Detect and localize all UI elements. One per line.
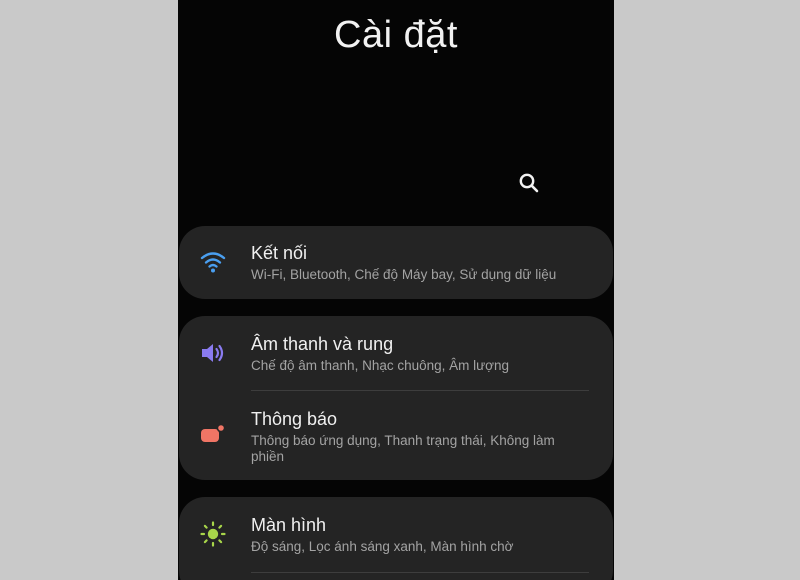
search-icon: [518, 172, 540, 194]
page-title: Cài đặt: [334, 14, 458, 56]
brightness-icon: [199, 520, 227, 548]
settings-item-display[interactable]: Màn hình Độ sáng, Lọc ánh sáng xanh, Màn…: [179, 497, 613, 572]
settings-item-notifications[interactable]: Thông báo Thông báo ứng dụng, Thanh trạn…: [179, 391, 613, 480]
settings-item-subtitle: Wi-Fi, Bluetooth, Chế độ Máy bay, Sử dụn…: [251, 267, 557, 282]
settings-item-sounds[interactable]: Âm thanh và rung Chế độ âm thanh, Nhạc c…: [179, 316, 613, 390]
settings-item-title: Thông báo: [251, 409, 338, 429]
settings-item-subtitle: Chế độ âm thanh, Nhạc chuông, Âm lượng: [251, 358, 510, 373]
settings-item-title: Âm thanh và rung: [251, 334, 394, 354]
settings-item-subtitle: Thông báo ứng dụng, Thanh trạng thái, Kh…: [251, 433, 555, 464]
wifi-icon: [199, 248, 227, 276]
notification-icon: [199, 420, 227, 448]
settings-group-display: Màn hình Độ sáng, Lọc ánh sáng xanh, Màn…: [179, 497, 613, 580]
settings-item-subtitle: Độ sáng, Lọc ánh sáng xanh, Màn hình chờ: [251, 539, 514, 554]
settings-item-title: Kết nối: [251, 243, 308, 263]
settings-item-title: Màn hình: [251, 515, 327, 535]
divider: [251, 572, 589, 573]
settings-screen: Cài đặt Kết nối Wi-Fi, Bluetooth, Chế độ…: [178, 0, 614, 580]
settings-group-connections: Kết nối Wi-Fi, Bluetooth, Chế độ Máy bay…: [179, 226, 613, 299]
settings-item-connections[interactable]: Kết nối Wi-Fi, Bluetooth, Chế độ Máy bay…: [179, 226, 613, 299]
speaker-icon: [199, 339, 227, 367]
search-button[interactable]: [514, 168, 544, 198]
settings-group-sound-notifications: Âm thanh và rung Chế độ âm thanh, Nhạc c…: [179, 316, 613, 480]
